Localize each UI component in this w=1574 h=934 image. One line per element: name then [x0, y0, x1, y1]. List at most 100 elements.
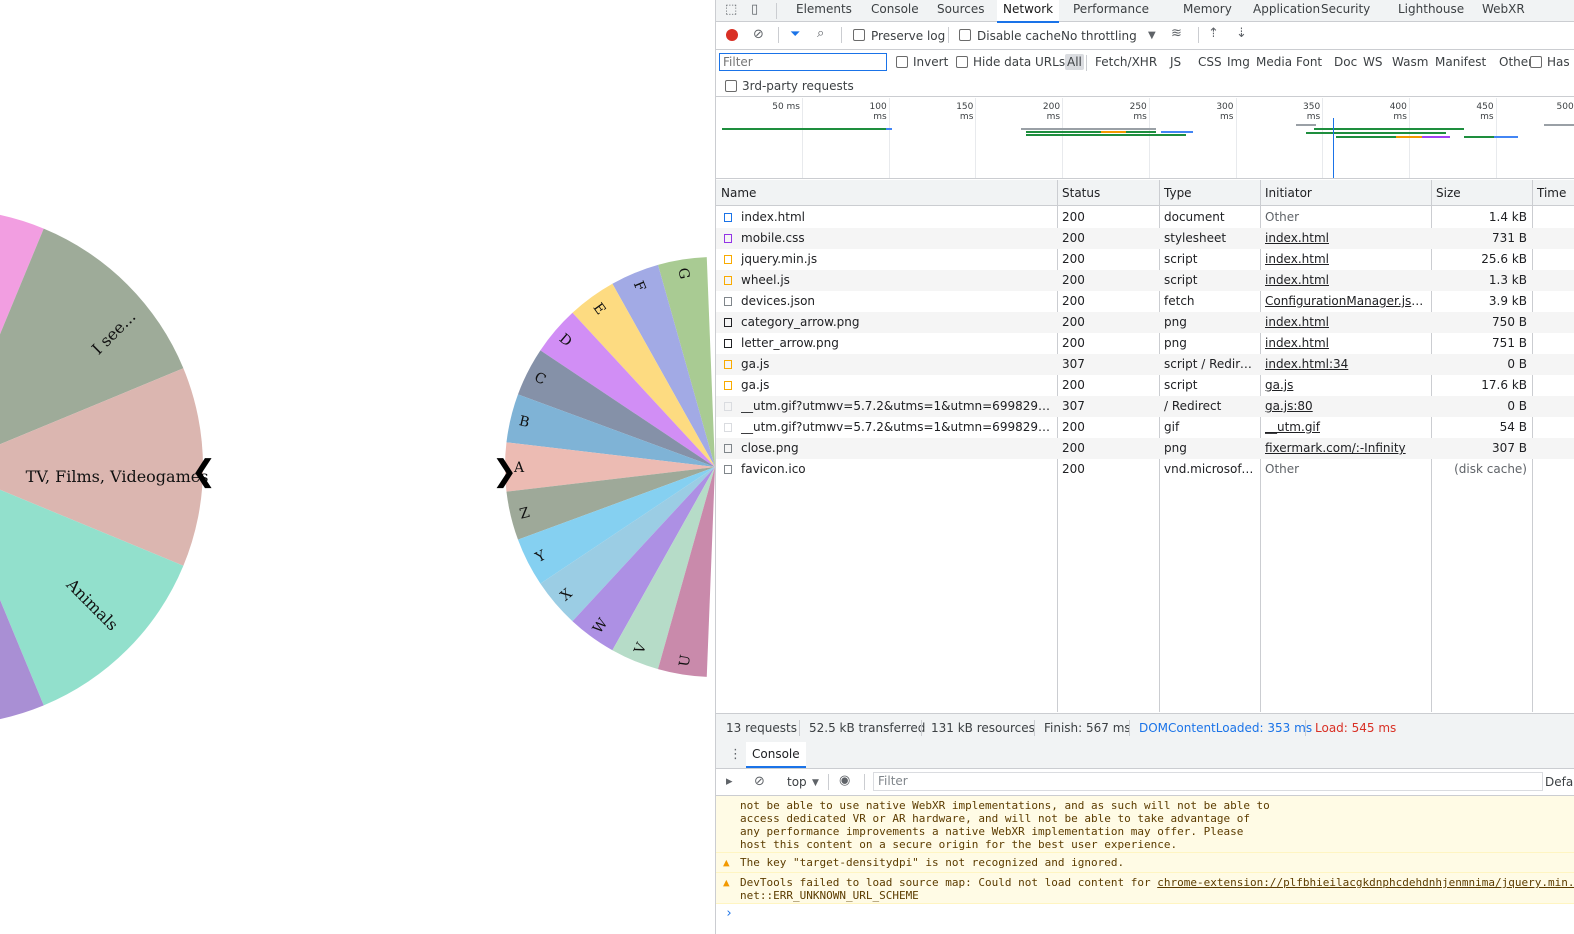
warning-icon: ▲: [723, 856, 730, 869]
tab-elements[interactable]: Elements: [796, 0, 852, 21]
table-row[interactable]: ga.js 307 script / Redirect index.html:34 0 …: [716, 354, 1574, 375]
more-options-icon[interactable]: ⋮: [729, 748, 742, 761]
request-status: 200: [1062, 294, 1085, 308]
table-row[interactable]: wheel.js 200 script index.html 1.3 kB: [716, 270, 1574, 291]
column-header-status[interactable]: Status: [1062, 186, 1100, 200]
table-row[interactable]: devices.json 200 fetch ConfigurationManager…: [716, 291, 1574, 312]
disable-cache-checkbox[interactable]: [959, 29, 971, 41]
timeline-tick-label: 50 ms: [772, 102, 800, 112]
console-warning: ▲ The key "target-densitydpi" is not rec…: [716, 853, 1574, 873]
record-icon[interactable]: [726, 29, 738, 41]
type-filter-font[interactable]: Font: [1294, 54, 1324, 70]
file-type-icon: [724, 234, 732, 243]
request-status: 200: [1062, 336, 1085, 350]
table-row[interactable]: ga.js 200 script ga.js 17.6 kB: [716, 375, 1574, 396]
filter-icon[interactable]: ⏷: [790, 28, 800, 41]
default-levels-select[interactable]: Defa: [1545, 775, 1573, 789]
table-row[interactable]: jquery.min.js 200 script index.html 25.6 kB: [716, 249, 1574, 270]
tab-network[interactable]: Network: [997, 0, 1060, 23]
tab-console[interactable]: Console: [871, 0, 919, 21]
type-filter-all[interactable]: All: [1065, 54, 1084, 70]
request-name: __utm.gif?utmwv=5.7.2&utms=1&utmn=699829…: [741, 420, 1052, 434]
type-filter-wasm[interactable]: Wasm: [1390, 54, 1430, 70]
sidebar-toggle-icon[interactable]: ▸: [726, 775, 733, 788]
table-row[interactable]: __utm.gif?utmwv=5.7.2&utms=1&utmn=699829…: [716, 396, 1574, 417]
column-header-time[interactable]: Time: [1537, 186, 1566, 200]
tab-memory[interactable]: Memory: [1183, 0, 1232, 21]
request-size: 0 B: [1507, 399, 1527, 413]
device-toolbar-icon[interactable]: ▯: [751, 3, 758, 16]
type-filter-js[interactable]: JS: [1168, 54, 1183, 70]
hide-data-urls-checkbox[interactable]: [956, 56, 968, 68]
table-row[interactable]: __utm.gif?utmwv=5.7.2&utms=1&utmn=699829…: [716, 417, 1574, 438]
column-header-type[interactable]: Type: [1164, 186, 1192, 200]
inspect-element-icon[interactable]: ⬚: [725, 3, 737, 16]
timeline-gridline: [1148, 98, 1150, 178]
request-initiator[interactable]: __utm.gif: [1265, 417, 1426, 438]
source-map-link[interactable]: chrome-extension://plfbhieilacgkdnphcdeh…: [1157, 876, 1574, 889]
tab-sources[interactable]: Sources: [937, 0, 984, 21]
table-row[interactable]: favicon.ico 200 vnd.microsoft.... Other (dis…: [716, 459, 1574, 480]
warning-icon: ▲: [723, 876, 730, 889]
network-filter-input[interactable]: [719, 53, 887, 71]
network-conditions-icon[interactable]: ≋: [1171, 27, 1182, 40]
type-filter-css[interactable]: CSS: [1196, 54, 1224, 70]
context-select[interactable]: top: [787, 775, 807, 789]
clear-console-icon[interactable]: ⊘: [754, 775, 765, 788]
request-initiator[interactable]: index.html: [1265, 249, 1426, 270]
throttling-select[interactable]: No throttling: [1061, 29, 1137, 43]
has-blocked-cookies-checkbox[interactable]: [1530, 56, 1542, 68]
drawer-tab-console[interactable]: Console: [746, 742, 806, 768]
tab-lighthouse[interactable]: Lighthouse: [1398, 0, 1464, 21]
request-initiator[interactable]: index.html: [1265, 270, 1426, 291]
invert-checkbox[interactable]: [896, 56, 908, 68]
type-filter-media[interactable]: Media: [1254, 54, 1294, 70]
table-row[interactable]: letter_arrow.png 200 png index.html 751 B: [716, 333, 1574, 354]
column-header-size[interactable]: Size: [1436, 186, 1461, 200]
preserve-log-checkbox[interactable]: [853, 29, 865, 41]
column-header-name[interactable]: Name: [721, 186, 756, 200]
table-row[interactable]: index.html 200 document Other 1.4 kB: [716, 207, 1574, 228]
request-initiator[interactable]: index.html: [1265, 228, 1426, 249]
request-initiator[interactable]: ga.js: [1265, 375, 1426, 396]
third-party-checkbox[interactable]: [725, 80, 737, 92]
table-row[interactable]: close.png 200 png fixermark.com/:-Infinity 3…: [716, 438, 1574, 459]
column-header-initiator[interactable]: Initiator: [1265, 186, 1312, 200]
request-name: mobile.css: [741, 231, 805, 245]
chevron-down-icon: ▼: [1148, 30, 1156, 41]
tab-application[interactable]: Application: [1253, 0, 1320, 21]
eye-icon[interactable]: ◉: [839, 774, 850, 787]
letter-arrow-icon[interactable]: ❯: [492, 454, 517, 489]
type-filter-manifest[interactable]: Manifest: [1433, 54, 1488, 70]
console-filter-input[interactable]: Filter: [873, 772, 1543, 791]
tab-security[interactable]: Security: [1321, 0, 1370, 21]
request-type: script / Redirect: [1164, 357, 1255, 371]
request-initiator[interactable]: index.html:34: [1265, 354, 1426, 375]
type-filter-ws[interactable]: WS: [1361, 54, 1384, 70]
type-filter-img[interactable]: Img: [1225, 54, 1252, 70]
category-arrow-icon[interactable]: ❮: [191, 454, 216, 489]
search-icon[interactable]: ⌕: [817, 27, 824, 40]
request-initiator[interactable]: index.html: [1265, 333, 1426, 354]
type-filter-fetchxhr[interactable]: Fetch/XHR: [1093, 54, 1159, 70]
tab-performance[interactable]: Performance: [1073, 0, 1149, 21]
divider: [1198, 27, 1199, 43]
network-overview-timeline[interactable]: 50 ms 100 ms 150 ms 200 ms 250 ms 300 ms 350 m…: [716, 98, 1574, 179]
tab-webxr[interactable]: WebXR: [1482, 0, 1525, 21]
table-row[interactable]: mobile.css 200 stylesheet index.html 731 B: [716, 228, 1574, 249]
import-har-icon[interactable]: ⇡: [1208, 27, 1219, 40]
clear-icon[interactable]: ⊘: [753, 28, 764, 41]
request-name: jquery.min.js: [741, 252, 818, 266]
divider: [776, 3, 777, 19]
divider: [1086, 55, 1087, 71]
request-initiator[interactable]: ga.js:80: [1265, 396, 1426, 417]
timeline-request-bar: [1544, 124, 1574, 126]
type-filter-doc[interactable]: Doc: [1332, 54, 1359, 70]
table-header: Name Status Type Initiator Size Time: [716, 180, 1574, 206]
export-har-icon[interactable]: ⇣: [1236, 27, 1247, 40]
request-initiator[interactable]: index.html: [1265, 312, 1426, 333]
table-row[interactable]: category_arrow.png 200 png index.html 750 B: [716, 312, 1574, 333]
console-prompt[interactable]: ›: [725, 906, 733, 921]
request-initiator[interactable]: fixermark.com/:-Infinity: [1265, 438, 1426, 459]
request-initiator[interactable]: ConfigurationManager.js:13: [1265, 291, 1426, 312]
